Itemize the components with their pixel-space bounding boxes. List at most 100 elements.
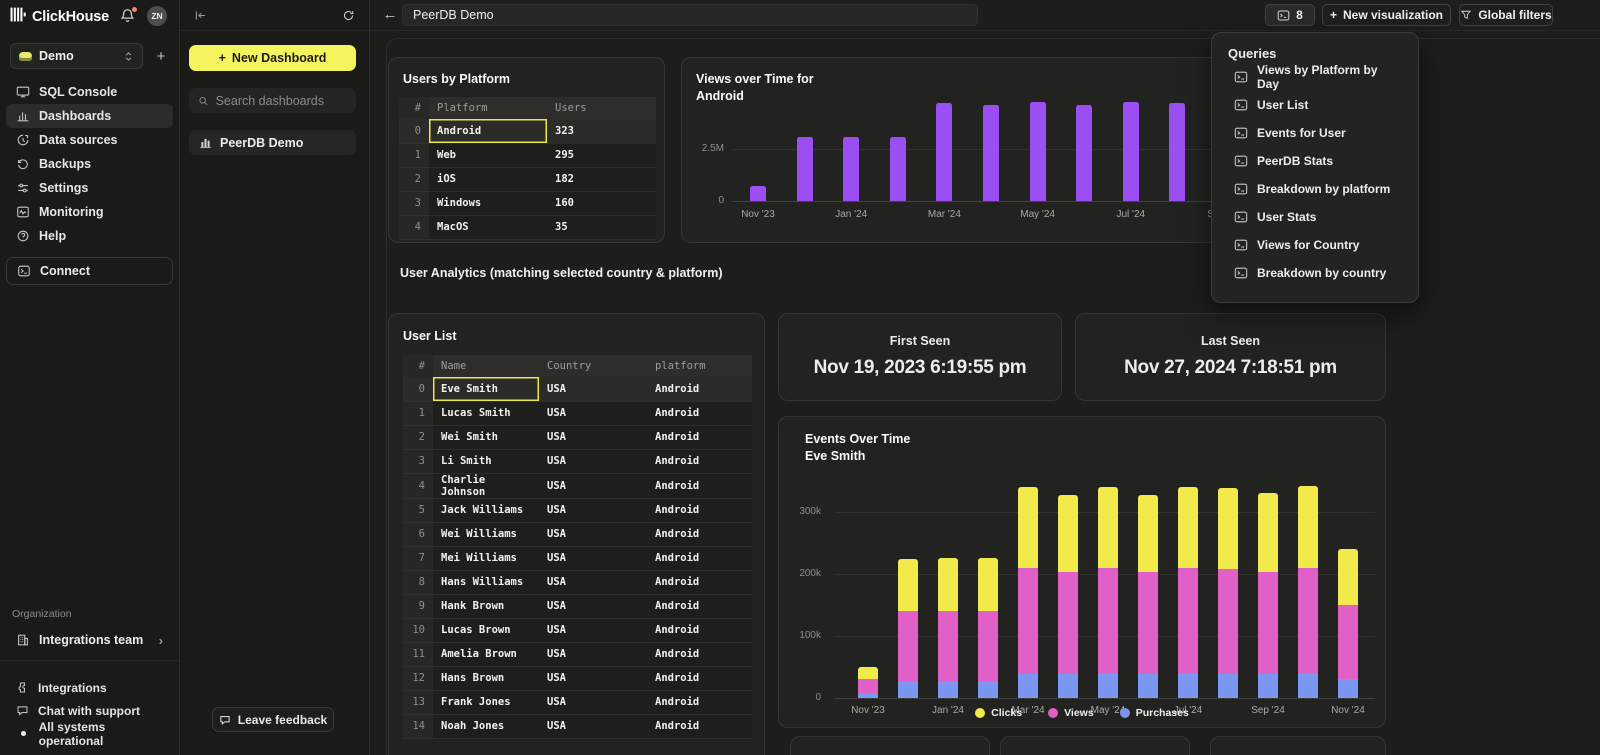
table-cell[interactable]: Charlie Johnson: [433, 473, 539, 498]
dashboard-title-input[interactable]: [402, 4, 978, 26]
query-item[interactable]: Views for Country: [1212, 231, 1418, 259]
sidebar-item-settings[interactable]: Settings: [6, 176, 173, 200]
sidebar-item-backups[interactable]: Backups: [6, 152, 173, 176]
org-team-item[interactable]: Integrations team ›: [6, 628, 173, 652]
legend-item-views[interactable]: Views: [1048, 707, 1094, 719]
table-cell[interactable]: 295: [547, 143, 656, 167]
table-cell[interactable]: Android: [429, 119, 547, 143]
stacked-bar-Jan24[interactable]: [938, 558, 958, 698]
table-cell[interactable]: 3: [399, 191, 429, 215]
stacked-bar-Oct24[interactable]: [1298, 486, 1318, 698]
add-service-button[interactable]: +: [151, 46, 171, 66]
table-cell[interactable]: 0: [403, 377, 433, 401]
table-cell[interactable]: Lucas Brown: [433, 618, 539, 642]
table-row[interactable]: 6Wei WilliamsUSAAndroid: [403, 522, 752, 546]
sidebar-item-sql-console[interactable]: SQL Console: [6, 80, 173, 104]
collapse-panel-icon[interactable]: [194, 9, 207, 22]
table-row[interactable]: 3Li SmithUSAAndroid: [403, 449, 752, 473]
table-cell[interactable]: Noah Jones: [433, 714, 539, 738]
table-cell[interactable]: 12: [403, 666, 433, 690]
table-cell[interactable]: Android: [647, 714, 752, 738]
stacked-bar-Aug24[interactable]: [1218, 488, 1238, 698]
table-cell[interactable]: Mei Williams: [433, 546, 539, 570]
table-cell[interactable]: 323: [547, 119, 656, 143]
table-cell[interactable]: 35: [547, 215, 656, 239]
table-cell[interactable]: 9: [403, 594, 433, 618]
query-item[interactable]: User List: [1212, 91, 1418, 119]
table-cell[interactable]: Android: [647, 618, 752, 642]
table-cell[interactable]: Android: [647, 425, 752, 449]
table-cell[interactable]: Android: [647, 546, 752, 570]
table-cell[interactable]: 11: [403, 642, 433, 666]
table-cell[interactable]: Hank Brown: [433, 594, 539, 618]
table-cell[interactable]: Wei Smith: [433, 425, 539, 449]
user-avatar[interactable]: ZN: [147, 6, 167, 26]
query-item[interactable]: Breakdown by country: [1212, 259, 1418, 287]
table-cell[interactable]: Li Smith: [433, 449, 539, 473]
leave-feedback-button[interactable]: Leave feedback: [212, 707, 334, 732]
bar-Jul24[interactable]: [1123, 102, 1139, 201]
stacked-bar-Dec23[interactable]: [898, 559, 918, 699]
table-cell[interactable]: 1: [399, 143, 429, 167]
table-cell[interactable]: 2: [403, 425, 433, 449]
stacked-bar-Sep24[interactable]: [1258, 493, 1278, 698]
table-row[interactable]: 12Hans BrownUSAAndroid: [403, 666, 752, 690]
stacked-bar-Mar24[interactable]: [1018, 487, 1038, 698]
table-cell[interactable]: USA: [539, 642, 647, 666]
table-cell[interactable]: Android: [647, 473, 752, 498]
table-cell[interactable]: 10: [403, 618, 433, 642]
dashboard-list-item[interactable]: PeerDB Demo: [189, 130, 356, 155]
table-cell[interactable]: Web: [429, 143, 547, 167]
table-cell[interactable]: Hans Williams: [433, 570, 539, 594]
table-cell[interactable]: 7: [403, 546, 433, 570]
table-row[interactable]: 0Eve SmithUSAAndroid: [403, 377, 752, 401]
table-cell[interactable]: Jack Williams: [433, 498, 539, 522]
table-row[interactable]: 3Windows160: [399, 191, 656, 215]
table-cell[interactable]: USA: [539, 498, 647, 522]
table-cell[interactable]: 8: [403, 570, 433, 594]
table-row[interactable]: 1Lucas SmithUSAAndroid: [403, 401, 752, 425]
query-item[interactable]: Breakdown by platform: [1212, 175, 1418, 203]
table-cell[interactable]: USA: [539, 714, 647, 738]
table-cell[interactable]: 14: [403, 714, 433, 738]
table-row[interactable]: 2iOS182: [399, 167, 656, 191]
table-row[interactable]: 10Lucas BrownUSAAndroid: [403, 618, 752, 642]
table-cell[interactable]: 4: [403, 473, 433, 498]
table-row[interactable]: 7Mei WilliamsUSAAndroid: [403, 546, 752, 570]
query-item[interactable]: PeerDB Stats: [1212, 147, 1418, 175]
table-cell[interactable]: 6: [403, 522, 433, 546]
table-cell[interactable]: USA: [539, 546, 647, 570]
table-cell[interactable]: Wei Williams: [433, 522, 539, 546]
sidebar-item-help[interactable]: Help: [6, 224, 173, 248]
table-cell[interactable]: Android: [647, 570, 752, 594]
stacked-bar-Nov23[interactable]: [858, 667, 878, 698]
bar-Jun24[interactable]: [1076, 105, 1092, 201]
table-cell[interactable]: 1: [403, 401, 433, 425]
table-cell[interactable]: MacOS: [429, 215, 547, 239]
table-cell[interactable]: Frank Jones: [433, 690, 539, 714]
queries-count-button[interactable]: 8: [1265, 4, 1315, 26]
table-row[interactable]: 9Hank BrownUSAAndroid: [403, 594, 752, 618]
query-item[interactable]: Events for User: [1212, 119, 1418, 147]
legend-item-purchases[interactable]: Purchases: [1120, 707, 1189, 719]
stacked-bar-Feb24[interactable]: [978, 558, 998, 698]
table-cell[interactable]: USA: [539, 618, 647, 642]
footer-item-all-systems-operational[interactable]: All systems operational: [6, 722, 173, 745]
table-cell[interactable]: Android: [647, 690, 752, 714]
table-cell[interactable]: Amelia Brown: [433, 642, 539, 666]
table-cell[interactable]: USA: [539, 570, 647, 594]
bar-Dec23[interactable]: [797, 137, 813, 201]
search-dashboards-input[interactable]: [216, 94, 347, 108]
table-cell[interactable]: USA: [539, 594, 647, 618]
table-cell[interactable]: 0: [399, 119, 429, 143]
table-cell[interactable]: USA: [539, 449, 647, 473]
table-cell[interactable]: 160: [547, 191, 656, 215]
table-cell[interactable]: 13: [403, 690, 433, 714]
table-cell[interactable]: iOS: [429, 167, 547, 191]
table-cell[interactable]: 182: [547, 167, 656, 191]
table-cell[interactable]: Android: [647, 377, 752, 401]
bar-Jan24[interactable]: [843, 137, 859, 201]
table-row[interactable]: 14Noah JonesUSAAndroid: [403, 714, 752, 738]
sidebar-item-dashboards[interactable]: Dashboards: [6, 104, 173, 128]
bar-Aug24[interactable]: [1169, 103, 1185, 201]
